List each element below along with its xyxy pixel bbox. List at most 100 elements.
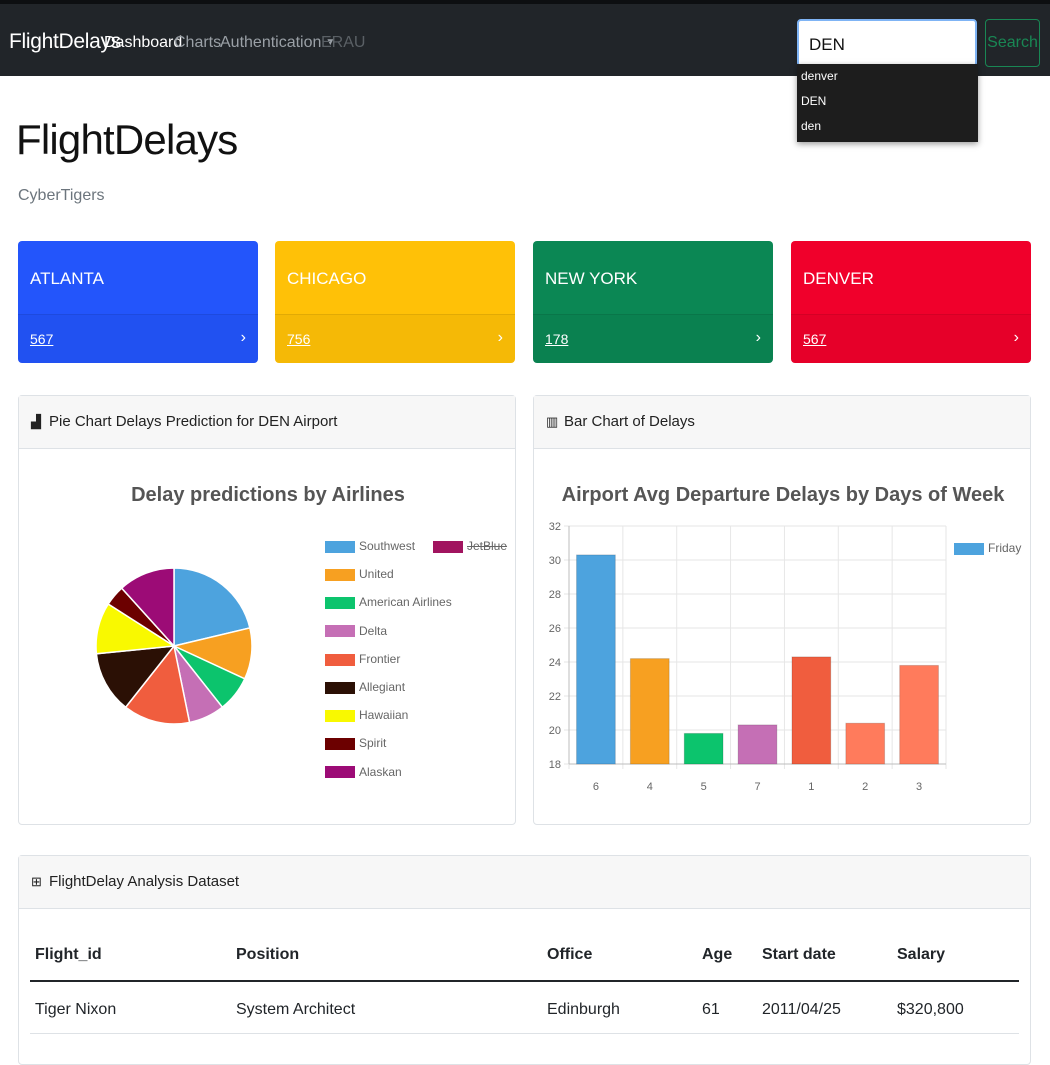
card-title: ATLANTA — [30, 269, 104, 288]
table-header-divider — [30, 980, 1019, 982]
legend-swatch — [325, 710, 355, 723]
pie-chart-title: Delay predictions by Airlines — [131, 484, 405, 506]
x-tick-label: 7 — [754, 781, 760, 793]
pie-legend-item[interactable]: Southwest — [325, 539, 415, 553]
pie-legend-item[interactable]: Alaskan — [325, 765, 402, 779]
legend-label: Alaskan — [359, 764, 402, 779]
card-title: NEW YORK — [545, 269, 638, 288]
legend-label: Spirit — [359, 736, 387, 751]
bar-chart-title: Airport Avg Departure Delays by Days of … — [561, 484, 1005, 506]
table-cell: 61 — [702, 1001, 720, 1018]
pie-legend-item[interactable]: United — [325, 567, 394, 581]
legend-label: Delta — [359, 623, 388, 638]
search-suggestions-dropdown: denver DEN den — [797, 64, 978, 142]
y-tick-label: 30 — [549, 555, 561, 567]
legend-swatch — [325, 540, 355, 553]
legend-swatch — [325, 569, 355, 582]
x-tick-label: 2 — [862, 781, 868, 793]
column-header-office[interactable]: Office — [547, 946, 592, 964]
card-footer[interactable]: 178 › — [533, 314, 773, 363]
card-chicago: CHICAGO 756 › — [275, 241, 515, 363]
table-cell: System Architect — [236, 1001, 356, 1018]
bar-chart-panel: ▥ Bar Chart of Delays Airport Avg Depart… — [533, 395, 1031, 825]
card-footer[interactable]: 756 › — [275, 314, 515, 363]
y-tick-label: 22 — [549, 691, 561, 703]
legend-label: Allegiant — [359, 680, 406, 694]
legend-label: Friday — [988, 541, 1022, 555]
chevron-right-icon: › — [497, 329, 503, 346]
chevron-right-icon: › — [240, 329, 246, 346]
card-value-link[interactable]: 567 — [803, 331, 826, 347]
panel-title: FlightDelay Analysis Dataset — [49, 873, 240, 890]
card-value-link[interactable]: 567 — [30, 331, 53, 347]
nav-link-charts[interactable]: Charts — [174, 34, 221, 52]
column-header-salary[interactable]: Salary — [897, 946, 945, 964]
pie-legend-item[interactable]: Spirit — [325, 736, 386, 750]
panel-header: ⊞ FlightDelay Analysis Dataset — [19, 856, 1030, 909]
chevron-right-icon: › — [755, 329, 761, 346]
x-tick-label: 3 — [916, 781, 922, 793]
page-subtitle: CyberTigers — [18, 187, 105, 204]
bar-day-1[interactable] — [791, 656, 832, 765]
y-tick-label: 20 — [549, 725, 561, 737]
bar-day-2[interactable] — [845, 722, 886, 765]
pie-chart — [95, 567, 253, 725]
y-tick-label: 18 — [549, 759, 561, 771]
table-cell: 2011/04/25 — [762, 1001, 841, 1018]
card-value-link[interactable]: 756 — [287, 331, 310, 347]
legend-swatch — [954, 542, 984, 555]
bar-legend-item[interactable]: Friday — [954, 541, 1021, 555]
card-atlanta: ATLANTA 567 › — [18, 241, 258, 363]
bar-day-6[interactable] — [576, 554, 616, 765]
legend-label: JetBlue — [467, 539, 508, 553]
column-header-start-date[interactable]: Start date — [762, 946, 836, 964]
legend-swatch — [325, 766, 355, 779]
bar-day-5[interactable] — [683, 732, 724, 765]
pie-legend-item[interactable]: Delta — [325, 624, 387, 638]
bar-day-4[interactable] — [629, 658, 670, 765]
legend-label: Hawaiian — [359, 708, 409, 723]
suggestion-item[interactable]: DEN — [797, 89, 978, 114]
legend-label: United — [359, 567, 394, 582]
page-title: FlightDelays — [16, 116, 238, 163]
nav-link-authentication[interactable]: Authentication ▼ — [220, 34, 335, 52]
table-row-divider — [30, 1033, 1019, 1034]
panel-title: Bar Chart of Delays — [564, 413, 695, 430]
card-footer[interactable]: 567 › — [18, 314, 258, 363]
pie-legend-item[interactable]: American Airlines — [325, 595, 452, 609]
search-button[interactable]: Search — [985, 19, 1040, 67]
chevron-right-icon: › — [1013, 329, 1019, 346]
bar-chart-icon: ▥ — [546, 414, 559, 429]
table-icon: ⊞ — [31, 874, 42, 889]
nav-link-authentication-label: Authentication — [220, 34, 322, 51]
card-denver: DENVER 567 › — [791, 241, 1031, 363]
pie-legend-item[interactable]: Allegiant — [325, 680, 405, 694]
x-tick-label: 6 — [593, 781, 599, 793]
bar-day-3[interactable] — [899, 664, 939, 765]
card-new-york: NEW YORK 178 › — [533, 241, 773, 363]
nav-link-erau: ERAU — [321, 34, 366, 51]
legend-swatch — [325, 681, 355, 694]
legend-label: American Airlines — [359, 595, 452, 610]
y-tick-label: 28 — [549, 589, 561, 601]
pie-legend-item[interactable]: Frontier — [325, 652, 400, 666]
column-header-flight-id[interactable]: Flight_id — [35, 946, 102, 964]
card-value-link[interactable]: 178 — [545, 331, 568, 347]
column-header-age[interactable]: Age — [702, 946, 732, 964]
panel-header: ▥ Bar Chart of Delays — [534, 396, 1030, 449]
area-chart-icon: ▟ — [31, 414, 41, 429]
pie-legend-item-hidden[interactable]: JetBlue — [433, 539, 507, 553]
pie-chart-panel: ▟ Pie Chart Delays Prediction for DEN Ai… — [18, 395, 516, 825]
suggestion-item[interactable]: den — [797, 114, 978, 139]
pie-legend-item[interactable]: Hawaiian — [325, 708, 408, 722]
y-tick-label: 32 — [549, 521, 561, 533]
card-footer[interactable]: 567 › — [791, 314, 1031, 363]
suggestion-item[interactable]: denver — [797, 64, 978, 89]
bar-day-7[interactable] — [737, 724, 778, 765]
x-tick-label: 5 — [701, 781, 707, 793]
column-header-position[interactable]: Position — [236, 946, 299, 964]
legend-label: Frontier — [359, 651, 401, 666]
nav-link-dashboard[interactable]: Dashboard — [104, 34, 182, 52]
panel-title: Pie Chart Delays Prediction for DEN Airp… — [49, 413, 338, 430]
search-input[interactable]: DEN — [797, 19, 977, 67]
